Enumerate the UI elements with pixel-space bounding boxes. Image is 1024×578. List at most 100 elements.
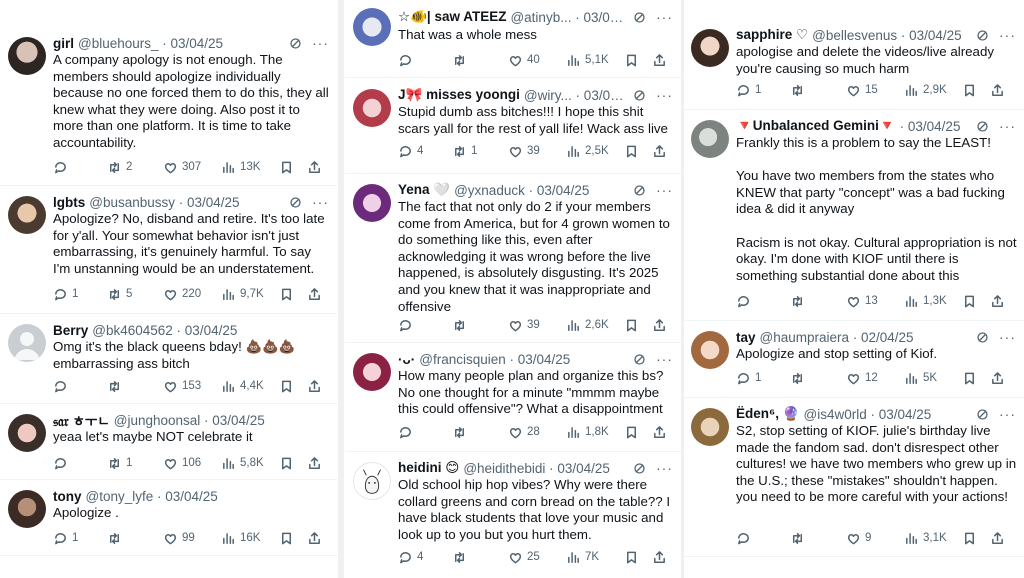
views-button[interactable]: 9,7K [221,287,279,302]
retweet-button[interactable] [107,379,163,394]
reply-button[interactable] [736,294,790,309]
author-handle[interactable]: @is4w0rld · 03/04/25 [804,407,932,422]
grok-icon[interactable] [976,120,989,133]
bookmark-button[interactable] [279,379,307,394]
views-button[interactable]: 2,9K [904,83,962,98]
author-handle[interactable]: @atinyb... · 03/04/25 [510,10,627,25]
share-button[interactable] [990,371,1005,386]
author-name[interactable]: girl [53,36,74,51]
reply-button[interactable] [53,160,107,175]
retweet-button[interactable]: 5 [107,287,163,302]
grok-icon[interactable] [289,37,302,50]
like-button[interactable]: 307 [163,160,221,175]
avatar[interactable] [691,120,729,158]
more-icon[interactable]: ··· [999,406,1016,422]
author-name[interactable]: heidini 😊 [398,460,459,476]
views-button[interactable]: 13K [221,160,279,175]
tweet[interactable]: ☆🐠| saw ATEEZ @atinyb... · 03/04/25 ··· Th… [345,0,681,78]
like-button[interactable]: 9 [846,531,904,546]
retweet-button[interactable] [452,53,508,68]
like-button[interactable]: 39 [508,318,566,333]
grok-icon[interactable] [633,184,646,197]
more-icon[interactable]: ··· [656,9,673,25]
more-icon[interactable]: ··· [656,182,673,198]
grok-icon[interactable] [633,11,646,24]
views-button[interactable]: 5,8K [221,456,279,471]
grok-icon[interactable] [633,89,646,102]
more-icon[interactable]: ··· [656,460,673,476]
author-name[interactable]: J🎀 misses yoongi [398,87,520,103]
retweet-button[interactable] [107,531,163,546]
reply-button[interactable] [398,53,452,68]
retweet-button[interactable] [452,550,508,565]
more-icon[interactable]: ··· [999,329,1016,345]
share-button[interactable] [307,456,322,471]
tweet[interactable]: tony @tony_lyfe · 03/04/25 Apologize . 1 … [0,481,337,556]
avatar[interactable] [353,184,391,222]
more-icon[interactable]: ··· [656,87,673,103]
tweet[interactable]: lgbts @busanbussy · 03/04/25 ··· Apologize… [0,187,337,314]
reply-button[interactable]: 4 [398,144,452,159]
tweet[interactable]: girl @bluehours_ · 03/04/25 ··· A company … [0,28,337,186]
more-icon[interactable]: ··· [312,194,329,210]
author-name[interactable]: Berry [53,323,88,338]
avatar[interactable] [8,414,46,452]
share-button[interactable] [652,550,667,565]
tweet[interactable]: heidini 😊 @heidithebidi · 03/04/25 ··· Old… [345,453,681,578]
avatar[interactable] [353,353,391,391]
grok-icon[interactable] [289,196,302,209]
more-icon[interactable]: ··· [312,35,329,51]
avatar[interactable] [8,490,46,528]
reply-button[interactable] [398,425,452,440]
bookmark-button[interactable] [279,160,307,175]
retweet-button[interactable] [790,531,846,546]
more-icon[interactable]: ··· [656,351,673,367]
author-handle[interactable]: @haumpraiera · 02/04/25 [760,330,914,345]
author-handle[interactable]: @wiry... · 03/04/25 [524,88,627,103]
views-button[interactable]: 7K [566,550,624,565]
more-icon[interactable]: ··· [999,27,1016,43]
views-button[interactable]: 2,5K [566,144,624,159]
author-handle[interactable]: @bellesvenus · 03/04/25 [812,28,962,43]
author-name[interactable]: ·ᴗ· [398,352,415,367]
retweet-button[interactable]: 1 [452,144,508,159]
views-button[interactable]: 16K [221,531,279,546]
avatar[interactable] [691,29,729,67]
tweet[interactable]: 𝔰𝔞𝔯 ㅎㅜㄴ @junghoonsal · 03/04/25 yeaa let'… [0,405,337,480]
reply-button[interactable] [53,379,107,394]
author-name[interactable]: sapphire ♡ [736,27,808,43]
like-button[interactable]: 39 [508,144,566,159]
author-name[interactable]: lgbts [53,195,85,210]
like-button[interactable]: 15 [846,83,904,98]
share-button[interactable] [307,160,322,175]
author-name[interactable]: Yena 🤍 [398,182,450,198]
author-name[interactable]: 𝔰𝔞𝔯 ㅎㅜㄴ [53,410,110,430]
avatar[interactable] [353,89,391,127]
retweet-button[interactable]: 2 [107,160,163,175]
retweet-button[interactable] [452,425,508,440]
author-name[interactable]: ☆🐠| saw ATEEZ [398,9,506,25]
author-handle[interactable]: @busanbussy · 03/04/25 [89,195,239,210]
reply-button[interactable] [53,456,107,471]
retweet-button[interactable]: 1 [107,456,163,471]
like-button[interactable]: 28 [508,425,566,440]
bookmark-button[interactable] [624,144,652,159]
grok-icon[interactable] [976,331,989,344]
more-icon[interactable]: ··· [999,118,1016,134]
retweet-button[interactable] [452,318,508,333]
grok-icon[interactable] [633,462,646,475]
author-handle[interactable]: @tony_lyfe · 03/04/25 [86,489,218,504]
bookmark-button[interactable] [962,83,990,98]
avatar[interactable] [8,324,46,362]
tweet[interactable]: J🎀 misses yoongi @wiry... · 03/04/25 ··· S… [345,80,681,174]
retweet-button[interactable] [790,294,846,309]
views-button[interactable]: 5,1K [566,53,624,68]
like-button[interactable]: 25 [508,550,566,565]
bookmark-button[interactable] [962,371,990,386]
bookmark-button[interactable] [624,53,652,68]
bookmark-button[interactable] [962,294,990,309]
like-button[interactable]: 12 [846,371,904,386]
retweet-button[interactable] [790,83,846,98]
author-name[interactable]: 🔻Unbalanced Gemini🔻 [736,118,896,134]
author-handle[interactable]: @junghoonsal · 03/04/25 [114,413,265,428]
